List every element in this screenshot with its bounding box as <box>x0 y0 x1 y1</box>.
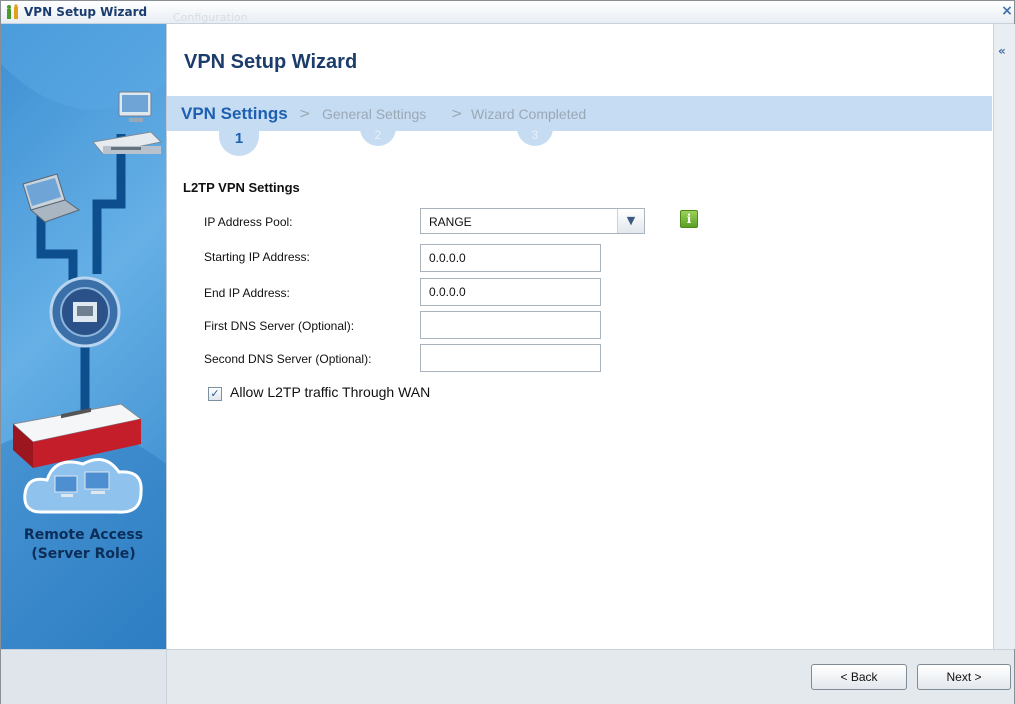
window-title: VPN Setup Wizard <box>24 5 148 19</box>
collapse-icon[interactable]: « <box>998 44 1006 58</box>
wizard-illustration-panel: Remote Access (Server Role) <box>1 24 167 649</box>
starting-ip-label: Starting IP Address: <box>204 250 310 264</box>
right-side-strip: « <box>993 24 1015 649</box>
role-subtitle: (Server Role) <box>31 546 136 562</box>
ip-pool-value: RANGE <box>429 215 472 229</box>
starting-ip-input[interactable] <box>420 244 601 272</box>
wizard-window: VPN Setup Wizard Configuration × Remote … <box>0 0 1015 704</box>
title-bar: VPN Setup Wizard Configuration × <box>1 1 1014 24</box>
first-dns-label: First DNS Server (Optional): <box>204 319 355 333</box>
close-icon[interactable]: × <box>1000 3 1014 19</box>
step-number-1: 1 <box>219 124 259 156</box>
back-button[interactable]: < Back <box>811 664 907 690</box>
desktop-computer-icon <box>118 91 152 122</box>
end-ip-label: End IP Address: <box>204 286 290 300</box>
step-separator: > <box>451 106 463 122</box>
page-title: VPN Setup Wizard <box>184 51 358 73</box>
ip-pool-label: IP Address Pool: <box>204 215 293 229</box>
step-general-settings: General Settings <box>322 106 427 122</box>
wizard-content: VPN Setup Wizard VPN Settings > General … <box>167 24 992 649</box>
step-number-3: 3 <box>517 124 553 146</box>
footer-left-panel <box>1 650 167 704</box>
ip-pool-select[interactable]: RANGE ▼ <box>420 208 645 234</box>
internet-globe-icon <box>49 276 121 348</box>
wizard-footer: < Back Next > <box>1 649 1014 704</box>
step-vpn-settings: VPN Settings <box>181 104 288 123</box>
second-dns-label: Second DNS Server (Optional): <box>204 352 372 366</box>
second-dns-input[interactable] <box>420 344 601 372</box>
allow-wan-label: Allow L2TP traffic Through WAN <box>230 384 431 400</box>
next-button[interactable]: Next > <box>917 664 1011 690</box>
laptop-icon <box>22 173 81 223</box>
end-ip-input[interactable] <box>420 278 601 306</box>
section-title: L2TP VPN Settings <box>183 180 300 195</box>
step-separator: > <box>299 106 311 122</box>
wizard-steps-bar: VPN Settings > General Settings > Wizard… <box>167 96 992 131</box>
step-number-2: 2 <box>360 124 396 146</box>
switch-icon <box>92 131 163 155</box>
role-title: Remote Access <box>23 527 144 543</box>
step-wizard-completed: Wizard Completed <box>471 106 587 122</box>
wizard-icon <box>7 4 18 19</box>
background-tab-label: Configuration <box>173 11 248 23</box>
chevron-down-icon[interactable]: ▼ <box>617 209 644 233</box>
allow-wan-checkbox[interactable]: ✓ <box>208 387 222 401</box>
info-icon[interactable]: i <box>680 210 698 228</box>
first-dns-input[interactable] <box>420 311 601 339</box>
